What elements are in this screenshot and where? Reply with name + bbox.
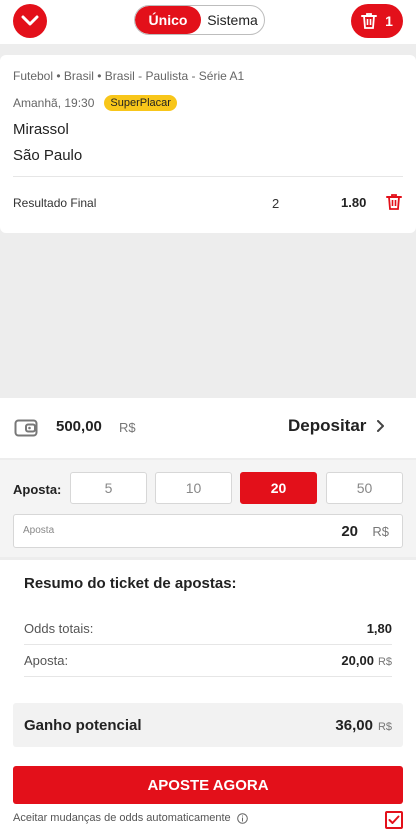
market-name: Resultado Final <box>13 196 97 210</box>
selection-count: 1 <box>385 13 393 29</box>
kickoff-time: Amanhã, 19:30 <box>13 96 95 110</box>
potential-win-box: Ganho potencial 36,00 R$ <box>13 703 403 747</box>
total-odds-row: Odds totais: 1,80 <box>24 613 392 645</box>
stake-row-value: 20,00 <box>341 653 374 668</box>
stake-label: Aposta: <box>13 482 62 497</box>
stake-chip-5[interactable]: 5 <box>70 472 147 504</box>
stake-chip-10[interactable]: 10 <box>155 472 232 504</box>
deposit-label: Depositar <box>288 416 367 435</box>
home-team: Mirassol <box>13 121 69 138</box>
mode-system-tab[interactable]: Sistema <box>201 6 264 34</box>
accept-odds-label: Aceitar mudanças de odds automaticamente <box>13 812 231 824</box>
ticket-summary: Resumo do ticket de apostas: Odds totais… <box>0 560 416 835</box>
betslip-header: Único Sistema 1 <box>0 0 416 44</box>
event-breadcrumb: Futebol • Brasil • Brasil - Paulista - S… <box>13 69 245 83</box>
total-odds-label: Odds totais: <box>24 621 94 636</box>
selection-odd: 1.80 <box>341 195 367 210</box>
deposit-link[interactable]: Depositar <box>288 416 385 436</box>
accept-odds-checkbox[interactable] <box>385 811 403 829</box>
wallet-balance: 500,00 <box>56 418 102 435</box>
potential-win-value: 36,00 <box>335 716 373 734</box>
stake-row-label: Aposta: <box>24 653 69 668</box>
potential-win-label: Ganho potencial <box>24 716 142 734</box>
stake-chip-20[interactable]: 20 <box>240 472 317 504</box>
checkmark-icon <box>388 815 400 824</box>
info-icon[interactable] <box>236 812 248 824</box>
wallet-bar: 500,00 R$ Depositar <box>0 398 416 458</box>
card-divider <box>13 176 403 177</box>
total-odds-value: 1,80 <box>366 621 392 636</box>
bet-selection-card: Futebol • Brasil • Brasil - Paulista - S… <box>0 55 416 233</box>
remove-selection-button[interactable] <box>386 193 402 216</box>
potential-win-currency: R$ <box>377 720 392 733</box>
place-bet-button[interactable]: APOSTE AGORA <box>13 766 403 804</box>
summary-title: Resumo do ticket de apostas: <box>24 575 237 592</box>
mode-single-tab[interactable]: Único <box>135 6 201 34</box>
wallet-icon <box>14 419 38 437</box>
stake-input-label: Aposta <box>23 525 55 536</box>
collapse-button[interactable] <box>13 4 47 38</box>
potential-win-amount: 36,00 R$ <box>335 717 392 734</box>
stake-area: Aposta: 5 10 20 50 Aposta 20 R$ <box>0 460 416 557</box>
wallet-currency: R$ <box>119 420 136 435</box>
stake-input[interactable]: Aposta 20 R$ <box>13 514 403 548</box>
trash-icon <box>386 194 402 210</box>
stake-row-amount: 20,00 R$ <box>341 653 392 668</box>
bet-mode-toggle: Único Sistema <box>134 5 265 35</box>
chevron-right-icon <box>377 420 385 432</box>
selection-outcome: 2 <box>272 196 280 211</box>
stake-chip-50[interactable]: 50 <box>326 472 403 504</box>
accept-odds-changes: Aceitar mudanças de odds automaticamente <box>13 812 248 824</box>
stake-row: Aposta: 20,00 R$ <box>24 645 392 677</box>
stake-input-value: 20 <box>341 523 358 540</box>
stake-input-currency: R$ <box>372 524 389 539</box>
stake-row-currency: R$ <box>377 656 392 668</box>
clear-betslip-button[interactable]: 1 <box>351 4 403 38</box>
chevron-down-icon <box>21 15 39 26</box>
away-team: São Paulo <box>13 147 83 164</box>
event-kickoff: Amanhã, 19:30 SuperPlacar <box>13 95 177 111</box>
trash-icon <box>361 13 378 29</box>
superplacar-badge: SuperPlacar <box>104 95 177 111</box>
